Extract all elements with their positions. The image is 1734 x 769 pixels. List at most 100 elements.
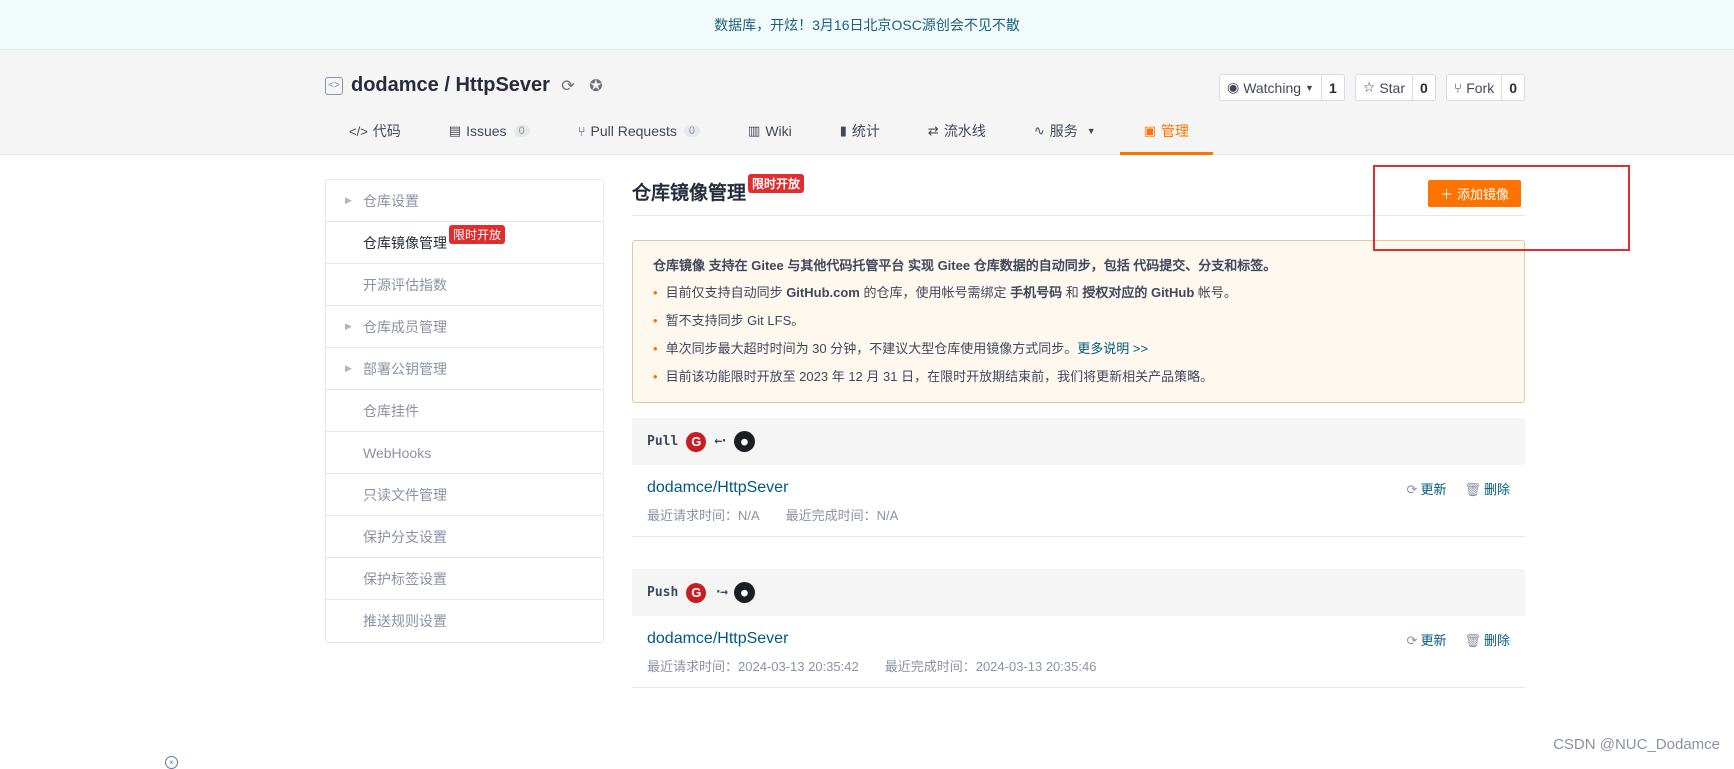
sidebar-item-widgets[interactable]: 仓库挂件 bbox=[326, 390, 603, 432]
update-button[interactable]: ⟳更新 bbox=[1407, 479, 1447, 498]
tab-label: Issues bbox=[466, 123, 506, 139]
pull-label: Pull bbox=[647, 434, 678, 449]
tab-label: 服务 bbox=[1050, 121, 1078, 141]
close-circle-icon[interactable]: × bbox=[165, 756, 178, 769]
pull-mirror-section: Pull G ←· ● dodamce/HttpSever 最近请求时间：N/A… bbox=[632, 418, 1525, 537]
caret-right-icon: ▶ bbox=[345, 321, 352, 332]
fork-count[interactable]: 0 bbox=[1502, 75, 1524, 100]
tab-issues[interactable]: ▤ Issues 0 bbox=[425, 108, 554, 154]
code-icon: </> bbox=[349, 124, 368, 139]
announcement-banner[interactable]: 数据库，开炫！3月16日北京OSC源创会不见不散 bbox=[0, 0, 1734, 50]
gvp-badge-icon: ✪ bbox=[586, 76, 606, 96]
tab-label: 流水线 bbox=[944, 121, 986, 141]
pull-arrow-icon: ←· bbox=[714, 434, 726, 449]
tab-badge: 0 bbox=[514, 125, 530, 137]
tab-label: Pull Requests bbox=[591, 123, 677, 139]
sidebar-item-label: 开源评估指数 bbox=[363, 275, 447, 295]
notice-line: •目前仅支持自动同步 GitHub.com 的仓库，使用帐号需绑定 手机号码 和… bbox=[653, 283, 1504, 302]
sidebar-item-label: 推送规则设置 bbox=[363, 611, 447, 631]
tab-stats[interactable]: ▮ 统计 bbox=[816, 108, 904, 154]
limited-badge: 限时开放 bbox=[748, 174, 804, 193]
star-button[interactable]: ☆Star 0 bbox=[1355, 74, 1436, 101]
fork-label: Fork bbox=[1466, 80, 1494, 96]
issues-icon: ▤ bbox=[449, 123, 461, 139]
star-label: Star bbox=[1379, 80, 1405, 96]
sidebar-item-label: 保护标签设置 bbox=[363, 569, 447, 589]
notice-head: 仓库镜像 支持在 Gitee 与其他代码托管平台 实现 Gitee 仓库数据的自… bbox=[653, 255, 1504, 274]
mirror-meta: 最近请求时间：2024-03-13 20:35:42 最近完成时间：2024-0… bbox=[647, 656, 1510, 675]
manage-icon: ▣ bbox=[1144, 123, 1156, 139]
gitee-logo-icon: G bbox=[686, 432, 706, 452]
github-logo-icon: ● bbox=[734, 431, 755, 452]
sidebar-item-label: 仓库挂件 bbox=[363, 401, 419, 421]
tab-label: 管理 bbox=[1161, 121, 1189, 141]
tab-label: 代码 bbox=[373, 121, 401, 141]
sidebar-item-protected-tags[interactable]: 保护标签设置 bbox=[326, 558, 603, 600]
sidebar-item-readonly-files[interactable]: 只读文件管理 bbox=[326, 474, 603, 516]
caret-right-icon: ▶ bbox=[345, 195, 352, 206]
tab-wiki[interactable]: ▥Wiki bbox=[724, 108, 816, 154]
stats-icon: ▮ bbox=[840, 123, 847, 139]
mirror-notice: 仓库镜像 支持在 Gitee 与其他代码托管平台 实现 Gitee 仓库数据的自… bbox=[632, 240, 1525, 403]
push-mirror-section: Push G ·→ ● dodamce/HttpSever 最近请求时间：202… bbox=[632, 569, 1525, 688]
sidebar-item-push-rules[interactable]: 推送规则设置 bbox=[326, 600, 603, 642]
tab-code[interactable]: </> 代码 bbox=[325, 108, 425, 154]
repo-actions: ◉Watching▼ 1 ☆Star 0 ⑂Fork 0 bbox=[1219, 74, 1525, 101]
sidebar-item-repo-settings[interactable]: ▶仓库设置 bbox=[326, 180, 603, 222]
last-request-time: 最近请求时间：2024-03-13 20:35:42 bbox=[647, 656, 859, 675]
tab-services[interactable]: ∿服务▼ bbox=[1010, 108, 1120, 154]
star-icon: ☆ bbox=[1363, 79, 1376, 96]
sidebar-item-protected-branches[interactable]: 保护分支设置 bbox=[326, 516, 603, 558]
gitee-logo-icon: G bbox=[686, 583, 706, 603]
fork-button[interactable]: ⑂Fork 0 bbox=[1446, 74, 1525, 101]
push-section-head: Push G ·→ ● bbox=[632, 569, 1525, 616]
last-complete-time: 最近完成时间：2024-03-13 20:35:46 bbox=[885, 656, 1097, 675]
notice-line: •暂不支持同步 Git LFS。 bbox=[653, 311, 1504, 330]
update-button[interactable]: ⟳更新 bbox=[1407, 630, 1447, 649]
more-info-link[interactable]: 更多说明 >> bbox=[1077, 341, 1148, 356]
banner-text[interactable]: 数据库，开炫！3月16日北京OSC源创会不见不散 bbox=[714, 15, 1020, 35]
settings-sidebar: ▶仓库设置 仓库镜像管理限时开放 开源评估指数 ▶仓库成员管理 ▶部署公钥管理 … bbox=[325, 179, 604, 643]
tab-pipeline[interactable]: ⇄ 流水线 bbox=[904, 108, 1010, 154]
push-label: Push bbox=[647, 585, 678, 600]
delete-button[interactable]: 🗑删除 bbox=[1464, 630, 1510, 649]
sidebar-item-label: 仓库镜像管理 bbox=[363, 233, 447, 253]
push-arrow-icon: ·→ bbox=[714, 585, 726, 600]
sidebar-item-mirror-management[interactable]: 仓库镜像管理限时开放 bbox=[326, 222, 603, 264]
mirror-row: dodamce/HttpSever 最近请求时间：N/A 最近完成时间：N/A … bbox=[632, 465, 1525, 537]
sidebar-item-webhooks[interactable]: WebHooks bbox=[326, 432, 603, 474]
pipeline-icon: ⇄ bbox=[928, 123, 939, 139]
mirror-repo-link[interactable]: dodamce/HttpSever bbox=[647, 630, 1510, 648]
repo-tabs: </> 代码 ▤ Issues 0 ⑂ Pull Requests 0 ▥Wiki ▮ 统计… bbox=[325, 108, 1213, 154]
tab-manage[interactable]: ▣ 管理 bbox=[1120, 108, 1213, 154]
star-count[interactable]: 0 bbox=[1413, 75, 1435, 100]
mirror-repo-link[interactable]: dodamce/HttpSever bbox=[647, 479, 1510, 497]
github-logo-icon: ● bbox=[734, 582, 755, 603]
tab-label: 统计 bbox=[852, 121, 880, 141]
tab-badge: 0 bbox=[684, 125, 700, 137]
sidebar-item-members[interactable]: ▶ 仓库成员管理 bbox=[326, 306, 603, 348]
fork-icon: ⑂ bbox=[1454, 80, 1462, 96]
sidebar-item-label: 仓库成员管理 bbox=[363, 317, 447, 337]
watch-button[interactable]: ◉Watching▼ 1 bbox=[1219, 74, 1345, 101]
sidebar-item-oss-index[interactable]: 开源评估指数 bbox=[326, 264, 603, 306]
sidebar-item-label: WebHooks bbox=[363, 445, 431, 461]
caret-down-icon: ▼ bbox=[1305, 83, 1314, 93]
refresh-icon: ⟳ bbox=[1407, 482, 1418, 497]
delete-button[interactable]: 🗑删除 bbox=[1464, 479, 1510, 498]
eye-icon: ◉ bbox=[1227, 79, 1239, 96]
notice-line: •目前该功能限时开放至 2023 年 12 月 31 日，在限时开放期结束前，我… bbox=[653, 367, 1504, 386]
caret-down-icon: ▼ bbox=[1087, 126, 1096, 136]
repo-full-name[interactable]: dodamce / HttpSever bbox=[351, 74, 550, 97]
trash-icon: 🗑 bbox=[1464, 482, 1481, 497]
repo-code-icon: <> bbox=[325, 77, 343, 95]
mirror-row: dodamce/HttpSever 最近请求时间：2024-03-13 20:3… bbox=[632, 616, 1525, 688]
repo-header: <> dodamce / HttpSever ⟳ ✪ ◉Watching▼ 1 … bbox=[0, 50, 1734, 155]
limited-badge: 限时开放 bbox=[449, 225, 505, 244]
sidebar-item-deploy-keys[interactable]: ▶部署公钥管理 bbox=[326, 348, 603, 390]
pull-section-head: Pull G ←· ● bbox=[632, 418, 1525, 465]
pull-request-icon: ⑂ bbox=[578, 124, 586, 139]
refresh-icon: ⟳ bbox=[1407, 633, 1418, 648]
tab-pull-requests[interactable]: ⑂ Pull Requests 0 bbox=[554, 108, 724, 154]
watch-count[interactable]: 1 bbox=[1322, 75, 1344, 100]
